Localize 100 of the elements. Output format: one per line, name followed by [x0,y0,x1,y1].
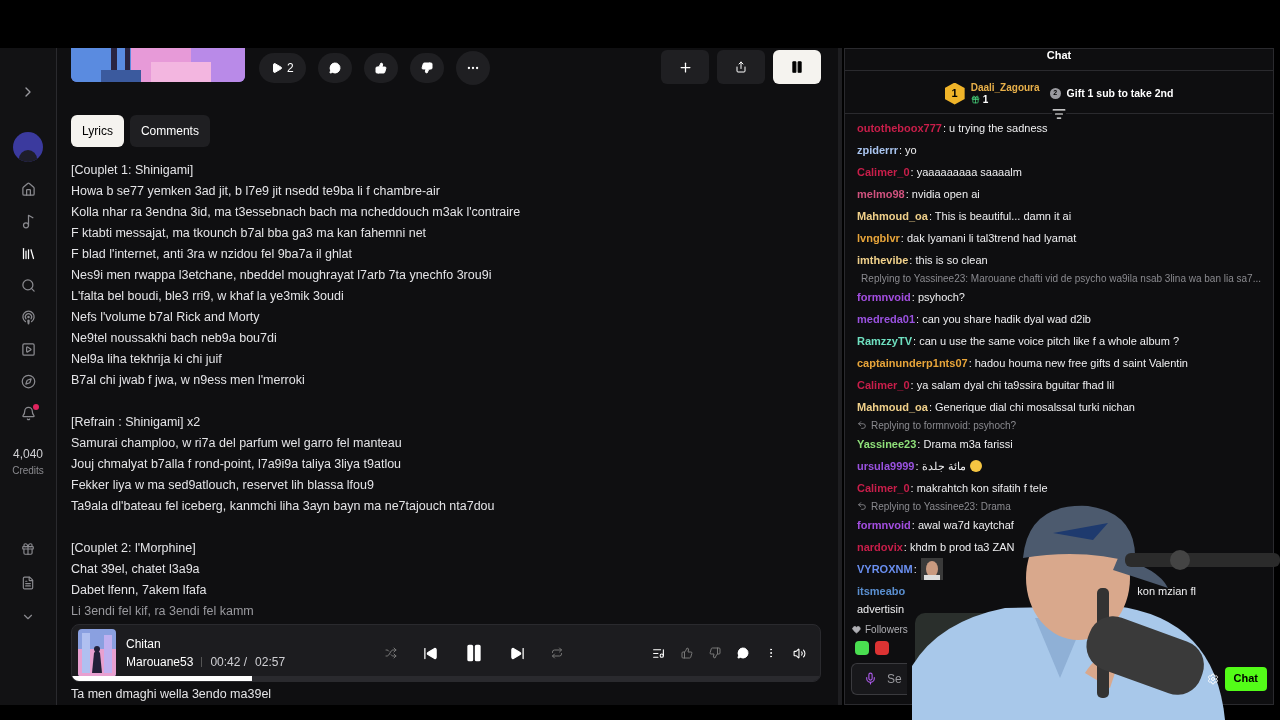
track-title[interactable]: Chitan [126,635,286,653]
comment-icon[interactable] [737,647,749,659]
reply-icon [857,420,867,430]
chat-username[interactable]: Mahmoud_oa [857,399,929,414]
lyric-line: Chat 39el, chatet l3a9a [71,561,201,578]
followers-label: Followers [865,622,908,637]
chat-username[interactable]: medreda01 [857,311,917,326]
plus-icon [677,59,693,75]
lyric-line: [Refrain : Shinigami] x2 [71,414,202,431]
elapsed-time: 00:42 / [210,654,248,671]
chat-username[interactable]: captainunderp1nts07 [857,355,969,370]
chat-username[interactable]: formnvoid [857,289,912,304]
lyric-line: Kolla nhar ra 3endna 3id, ma t3essebnach bach ma ncheddouch m3ak l'contraire [71,204,522,221]
chat-message: : u trying the sadness [942,120,1048,136]
dislike-button[interactable] [409,53,444,83]
chat-message: : psyhoch? [911,289,965,305]
chat-message: : ya salam dyal chi ta9ssira bguitar fhad lil [910,377,1115,393]
chat-username[interactable]: itsmeabo [857,579,906,602]
reply-context: Replying to Yassinee23: Marouane chafti vid de psycho wa9ila nsab 3lina wa ban lia sa7... [861,271,1261,286]
gift-count: 1 [982,93,989,106]
chat-message: : yo [898,142,917,158]
comment-button[interactable] [317,53,352,83]
lyric-line: Jouj chmalyat b7alla f rond-point, l7a9i9a taliya 3liya t9atlou [71,456,403,473]
chat-username[interactable]: ursula9999 [857,458,916,473]
lyric-line: Howa b se77 yemken 3ad jit, b l7e9 jit nsedd te9ba li f chambre-air [71,183,441,200]
chat-message: advertisin [857,601,906,616]
next-icon[interactable] [510,645,526,661]
chat-username[interactable]: Yassinee23 [857,436,918,451]
lyric-line: Dabet lfenn, 7akem lfafa [71,582,208,599]
share-icon [735,61,747,73]
pause-button[interactable] [773,50,821,84]
gift-icon [970,95,980,104]
queue-icon[interactable] [652,646,665,660]
chat-message: : yaaaaaaaaa saaaalm [910,164,1022,180]
lyric-line: Ta9ala dl'bateau fel iceberg, kanmchi liha 3ayn bayn ma ne7tajouch nta7dou [71,498,496,515]
lyric-line: Ta men dmaghi wella 3endo ma39el [71,686,273,703]
lyric-line: Li 3endi fel kif, ra 3endi fel kamm [71,603,255,620]
lyric-line: Nel9a liha tekhrija ki chi juif [71,351,223,368]
chat-input[interactable]: Se [887,669,905,688]
chat-username[interactable]: zpiderrr [857,142,899,157]
chat-message: : This is beautiful... damn it ai [928,208,1072,224]
chat-message: : Drama m3a farissi [917,436,1013,452]
library-icon[interactable] [20,246,36,261]
chat-username[interactable]: RamzzyTV [857,333,914,348]
lyric-line: F ktabti messajat, ma tkounch b7al bba ga3 ma kan fahemni net [71,225,428,242]
credits-count: 4,040 [13,446,43,463]
chat-username[interactable]: imthevibe [857,252,910,267]
total-time: 02:57 [255,654,286,671]
home-icon[interactable] [20,182,36,197]
leader-name[interactable]: Daali_Zagoura [970,81,1040,94]
chat-username[interactable]: Mahmoud_oa [857,208,929,223]
chat-message: : this is so clean [909,252,988,268]
thumbs-up-icon [374,62,387,74]
play-count-button[interactable]: 2 [259,53,306,83]
rank-badge: 1 [944,82,965,105]
repeat-icon[interactable] [551,647,564,659]
volume-icon[interactable] [793,646,806,660]
previous-icon[interactable] [423,645,439,661]
like-icon[interactable] [681,647,693,659]
tab[interactable]: Lyrics [71,115,124,147]
lyric-line: [Couplet 1: Shinigami] [71,162,195,179]
reply-context: Replying to formnvoid: psyhoch? [871,418,1017,433]
comment-icon [328,62,341,74]
music-note-icon[interactable] [20,214,36,229]
chat-message: : can you share hadik dyal wad d2ib [916,311,1091,327]
like-button[interactable] [363,53,398,83]
share-button[interactable] [717,50,765,84]
play-icon [271,62,283,74]
video-icon[interactable] [20,342,36,357]
shuffle-icon[interactable] [385,647,398,659]
bell-icon[interactable] [20,406,36,421]
pause-icon [790,60,804,74]
heart-icon [852,624,861,634]
lyric-line: Nes9i men rwappa l3etchane, nbeddel moughrayat l7arb 7ta ynechfo 3rou9i [71,267,493,284]
thumbs-down-icon [420,62,433,74]
reply-icon [857,501,867,511]
chat-username[interactable]: lvngblvr [857,230,901,245]
search-icon[interactable] [20,278,36,293]
lyric-line: B7al chi jwab f jwa, w n9ess men l'merroki [71,372,306,389]
microphone-icon[interactable] [864,672,877,685]
chat-username[interactable]: formnvoid [857,517,912,532]
dislike-icon[interactable] [709,647,721,659]
lyric-line: Nefs l'volume b7al Rick and Morty [71,309,261,326]
chat-username[interactable]: melmo98 [857,186,906,201]
lyric-line: L'falta bel boudi, ble3 rri9, w khaf la ye3mik 3oudi [71,288,345,305]
emote-icon[interactable] [855,640,869,655]
gift-prompt: Gift 1 sub to take 2nd [1066,85,1174,101]
document-icon[interactable] [21,576,35,590]
lyric-line: Fekker liya w ma sed9atlouch, reservet lih blassa lfou9 [71,477,375,494]
compass-icon[interactable] [20,374,36,389]
track-artist[interactable]: Marouane53 [126,653,194,671]
tab[interactable]: Comments [129,115,210,147]
chat-message: : dak lyamani li tal3trend had lyamat [900,230,1077,246]
chat-message: : مائة جلدة [915,458,966,474]
broadcast-icon[interactable] [20,310,36,325]
chat-username[interactable]: VYROXNM [857,561,914,576]
lyric-line: [Couplet 2: l'Morphine] [71,540,197,557]
chat-message: : hadou houma new free gifts d saint Valentin [968,355,1188,371]
chat-title: Chat [845,47,1273,71]
gift-icon[interactable] [21,542,35,556]
